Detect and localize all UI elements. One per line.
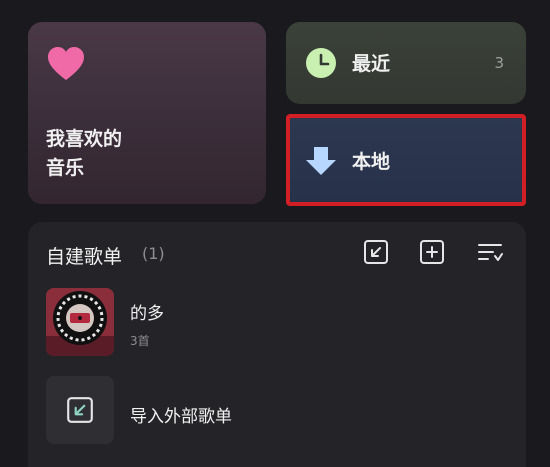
recent-count: 3 <box>494 54 504 72</box>
download-icon <box>306 147 336 175</box>
local-music-card[interactable]: 本地 <box>286 114 526 206</box>
import-external-playlist-row[interactable]: 导入外部歌单 <box>46 376 516 446</box>
vinyl-record-image <box>46 288 114 356</box>
import-external-playlist-label: 导入外部歌单 <box>130 407 232 427</box>
clock-icon <box>306 48 336 78</box>
import-icon <box>67 397 93 423</box>
my-playlists-panel: 自建歌单 (1) 的多 3首 导入外部歌单 <box>28 222 526 467</box>
liked-music-label: 我喜欢的 音乐 <box>46 128 123 179</box>
add-playlist-icon[interactable] <box>418 238 446 266</box>
playlist-item[interactable]: 的多 3首 <box>46 288 516 358</box>
import-playlist-icon[interactable] <box>362 238 390 266</box>
playlists-count: (1) <box>142 244 165 263</box>
recent-label: 最近 <box>352 53 391 75</box>
import-tile <box>46 376 114 444</box>
local-label: 本地 <box>352 151 391 173</box>
playlist-track-count: 3首 <box>130 334 150 348</box>
heart-icon <box>48 47 84 80</box>
sort-playlists-icon[interactable] <box>476 238 504 266</box>
playlists-title: 自建歌单 <box>46 246 123 268</box>
playlist-name: 的多 <box>130 304 164 324</box>
liked-music-card[interactable]: 我喜欢的 音乐 <box>28 22 266 204</box>
recent-card[interactable]: 最近 3 <box>286 22 526 104</box>
playlist-cover-image <box>46 288 114 356</box>
